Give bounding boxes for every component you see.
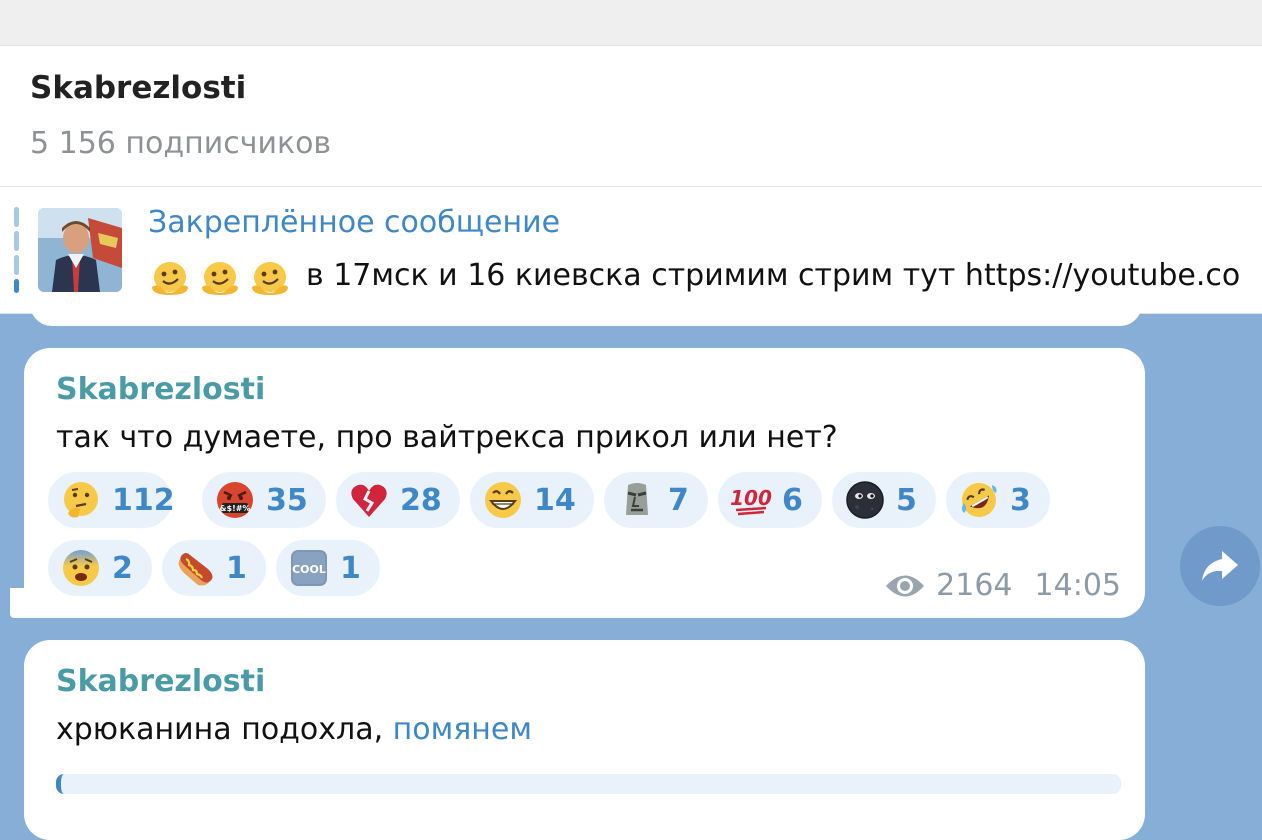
reaction-cool[interactable]: COOL 1	[276, 540, 380, 596]
cool-button-icon: COOL	[291, 550, 327, 586]
reaction-count: 28	[400, 482, 442, 518]
channel-header[interactable]: Skabrezlosti 5 156 подписчиков	[0, 46, 1262, 187]
share-arrow-icon	[1202, 551, 1238, 581]
message-author[interactable]: Skabrezlosti	[56, 664, 265, 699]
pinned-indicator	[14, 207, 19, 293]
message-bubble[interactable]: Skabrezlosti хрюканина подохла, помянем	[24, 640, 1145, 840]
melting-face-icon	[252, 262, 288, 295]
channel-title: Skabrezlosti	[30, 70, 247, 106]
message-author[interactable]: Skabrezlosti	[56, 372, 265, 407]
pinned-text: в 17мск и 16 киевска стримим стрим тут h…	[306, 257, 1241, 293]
hundred-points-icon: 100	[730, 486, 772, 516]
share-button[interactable]	[1180, 526, 1260, 606]
reaction-rofl[interactable]: 3	[946, 472, 1050, 528]
message-bubble[interactable]: Skabrezlosti так что думаете, про вайтре…	[24, 348, 1145, 618]
window-top-strip	[0, 0, 1262, 46]
thinking-face-icon	[64, 482, 98, 518]
reaction-cursing[interactable]: &$!#% 35	[202, 472, 326, 528]
reaction-count: 112	[112, 482, 175, 518]
moai-icon	[626, 483, 648, 515]
grinning-face-icon	[485, 482, 521, 518]
reaction-count: 1	[340, 550, 361, 586]
message-time: 14:05	[1034, 568, 1121, 603]
message-text: так что думаете, про вайтрекса прикол ил…	[56, 420, 838, 455]
new-moon-face-icon	[846, 481, 884, 519]
reaction-count: 7	[668, 482, 689, 518]
pinned-message-bar[interactable]: Закреплённое сообщение в 17мск и 16 киев…	[0, 187, 1262, 314]
reaction-fearful[interactable]: 2	[48, 540, 152, 596]
message-text: хрюканина подохла, помянем	[56, 712, 532, 747]
svg-text:&$!#%: &$!#%	[220, 504, 251, 513]
pinned-title: Закреплённое сообщение	[148, 205, 561, 240]
hot-dog-icon	[178, 553, 213, 586]
reaction-count: 6	[782, 482, 803, 518]
subscriber-count: 5 156 подписчиков	[30, 126, 332, 161]
melting-face-icon	[202, 262, 238, 295]
svg-text:100: 100	[730, 486, 772, 510]
reaction-moai[interactable]: 7	[604, 472, 708, 528]
message-link[interactable]: помянем	[393, 712, 532, 747]
reaction-count: 5	[896, 482, 917, 518]
previous-message-bubble	[30, 300, 1142, 326]
melting-face-icon	[152, 262, 188, 295]
reaction-hundred[interactable]: 100 6	[718, 472, 822, 528]
views-eye-icon	[886, 575, 925, 596]
svg-text:COOL: COOL	[292, 563, 326, 576]
pinned-preview: в 17мск и 16 киевска стримим стрим тут h…	[148, 253, 1240, 297]
message-meta: 2164 14:05	[884, 568, 1121, 603]
rofl-face-icon	[962, 483, 997, 517]
reaction-hot-dog[interactable]: 1	[162, 540, 266, 596]
reaction-count: 2	[112, 550, 133, 586]
reaction-count: 14	[534, 482, 576, 518]
pinned-thumbnail	[38, 208, 122, 292]
reaction-count: 35	[266, 482, 308, 518]
message-text-content: хрюканина подохла,	[56, 712, 393, 747]
reaction-broken-heart[interactable]: 28	[336, 472, 460, 528]
reaction-grinning[interactable]: 14	[470, 472, 594, 528]
views-count: 2164	[936, 568, 1013, 603]
broken-heart-icon	[351, 484, 387, 517]
reaction-new-moon[interactable]: 5	[832, 472, 936, 528]
reaction-count: 3	[1010, 482, 1031, 518]
link-preview[interactable]	[56, 774, 1121, 794]
reaction-thinking[interactable]: 112	[48, 472, 175, 528]
cursing-face-icon: &$!#%	[217, 482, 253, 518]
fearful-face-icon	[63, 550, 99, 586]
reaction-count: 1	[226, 550, 247, 586]
